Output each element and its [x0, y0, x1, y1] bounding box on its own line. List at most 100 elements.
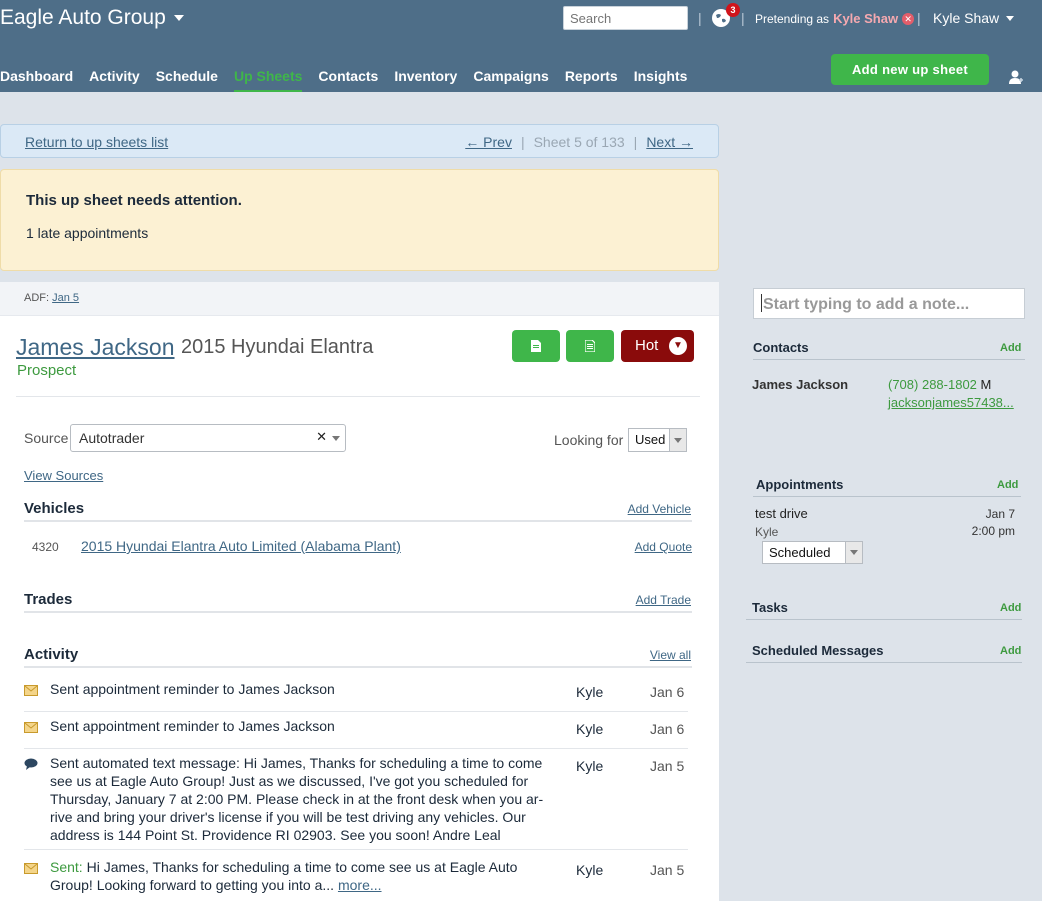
divider: |	[520, 134, 525, 150]
appointment-title[interactable]: test drive	[755, 506, 808, 521]
add-contact-link[interactable]: Add	[1000, 342, 1021, 354]
nav-inventory[interactable]: Inventory	[394, 68, 457, 92]
appointments-title: Appointments	[756, 477, 844, 492]
view-all-link[interactable]: View all	[650, 648, 691, 662]
activity-text: Sent appointment reminder to James Jacks…	[50, 718, 335, 734]
activity-text: Sent appointment reminder to James Jacks…	[50, 681, 335, 697]
source-value: Autotrader	[79, 430, 145, 446]
nav-campaigns[interactable]: Campaigns	[473, 68, 548, 92]
activity-user: Kyle	[576, 862, 604, 878]
divider	[16, 396, 700, 397]
up-sheet-main: Return to up sheets list ← Prev | Sheet …	[0, 92, 719, 901]
adf-date-link[interactable]: Jan 5	[52, 292, 79, 304]
nav-contacts[interactable]: Contacts	[318, 68, 378, 92]
divider: |	[917, 10, 921, 26]
contact-phone[interactable]: (708) 288-1802 M	[888, 377, 991, 392]
add-quote-link[interactable]: Add Quote	[635, 540, 692, 554]
source-select[interactable]: Autotrader ✕	[70, 424, 346, 452]
divider	[24, 611, 692, 613]
add-scheduled-message-link[interactable]: Add	[1000, 645, 1021, 657]
nav-reports[interactable]: Reports	[565, 68, 618, 92]
note-placeholder: Start typing to add a note...	[763, 296, 970, 313]
divider: |	[741, 10, 745, 26]
activity-user: Kyle	[576, 721, 604, 737]
appointment-user: Kyle	[755, 525, 779, 539]
envelope-icon	[24, 720, 38, 736]
nav-insights[interactable]: Insights	[634, 68, 688, 92]
chevron-down-icon	[173, 15, 184, 21]
stop-pretending-icon[interactable]: ✕	[902, 12, 915, 25]
activity-user: Kyle	[576, 684, 604, 700]
contact-name: James Jackson	[752, 377, 849, 392]
add-task-link[interactable]: Add	[1000, 602, 1021, 614]
nav-activity[interactable]: Activity	[89, 68, 140, 92]
main-nav: Dashboard Activity Schedule Up Sheets Co…	[0, 68, 703, 92]
next-link[interactable]: Next →	[646, 134, 693, 150]
add-vehicle-link[interactable]: Add Vehicle	[628, 502, 691, 516]
add-up-sheet-button[interactable]: Add new up sheet	[831, 54, 989, 85]
looking-for-select[interactable]: Used	[628, 428, 687, 452]
user-menu[interactable]: Kyle Shaw	[933, 10, 1015, 26]
appointment-date: Jan 7	[985, 507, 1015, 521]
divider	[753, 496, 1021, 497]
hot-status-button[interactable]: Hot ▼	[621, 330, 694, 362]
divider	[753, 359, 1025, 360]
divider: |	[698, 10, 702, 26]
document-button[interactable]	[512, 330, 560, 362]
looking-for-value: Used	[635, 432, 666, 447]
nav-dashboard[interactable]: Dashboard	[0, 68, 73, 92]
search-input[interactable]	[563, 6, 688, 30]
hot-label: Hot	[635, 337, 659, 354]
customer-name-link[interactable]: James Jackson	[16, 334, 175, 361]
text-cursor	[761, 294, 762, 312]
divider	[746, 662, 1022, 663]
sheet-pager: Return to up sheets list ← Prev | Sheet …	[0, 124, 719, 158]
envelope-icon	[24, 683, 38, 699]
contacts-title: Contacts	[753, 340, 809, 355]
nav-up-sheets[interactable]: Up Sheets	[233, 68, 303, 92]
chevron-down-icon	[1006, 15, 1015, 21]
activity-row: Sent appointment reminder to James Jacks…	[24, 680, 688, 712]
note-input[interactable]: Start typing to add a note...	[753, 288, 1025, 319]
divider	[24, 520, 692, 522]
activity-message: Hi James, Thanks for scheduling a time t…	[50, 859, 518, 893]
person-icon[interactable]	[1008, 69, 1024, 90]
clear-icon[interactable]: ✕	[316, 429, 327, 445]
divider: |	[633, 134, 638, 150]
looking-for-label: Looking for	[554, 432, 624, 448]
vehicle-link[interactable]: 2015 Hyundai Elantra Auto Limited (Alaba…	[81, 538, 401, 554]
divider	[746, 619, 1022, 620]
chevron-down-icon	[845, 542, 862, 563]
vehicle-title: 2015 Hyundai Elantra	[181, 336, 374, 358]
phone-type: M	[980, 377, 992, 392]
brand-menu[interactable]: Eagle Auto Group	[0, 6, 184, 30]
brand-name: Eagle Auto Group	[0, 6, 166, 29]
activity-date: Jan 5	[650, 758, 685, 774]
activity-row: Sent appointment reminder to James Jacks…	[24, 717, 688, 749]
phone-number: (708) 288-1802	[888, 377, 977, 392]
top-bar: Eagle Auto Group | 3 | Pretending as Kyl…	[0, 0, 1042, 92]
return-to-list-link[interactable]: Return to up sheets list	[25, 134, 168, 150]
more-link[interactable]: more...	[338, 877, 382, 893]
attention-alert: This up sheet needs attention. 1 late ap…	[0, 169, 719, 271]
activity-text: Sent: Hi James, Thanks for scheduling a …	[50, 858, 550, 894]
print-document-button[interactable]	[566, 330, 614, 362]
chat-bubble-icon	[24, 757, 38, 773]
pager-controls: ← Prev | Sheet 5 of 133 | Next →	[465, 134, 693, 150]
user-name: Kyle Shaw	[933, 10, 1000, 26]
source-label: Source	[24, 430, 69, 446]
activity-user: Kyle	[576, 758, 604, 774]
notification-badge: 3	[726, 3, 740, 17]
nav-schedule[interactable]: Schedule	[156, 68, 218, 92]
appointment-status-value: Scheduled	[769, 545, 831, 560]
activity-row: Sent automated text message: Hi James, T…	[24, 754, 688, 850]
add-trade-link[interactable]: Add Trade	[636, 593, 691, 607]
view-sources-link[interactable]: View Sources	[24, 468, 103, 483]
prev-link[interactable]: ← Prev	[465, 134, 512, 150]
activity-date: Jan 5	[650, 862, 685, 878]
alert-title: This up sheet needs attention.	[26, 192, 242, 209]
right-sidebar: Start typing to add a note... Contacts A…	[719, 92, 1042, 901]
contact-email-link[interactable]: jacksonjames57438...	[888, 395, 1014, 410]
appointment-status-select[interactable]: Scheduled	[762, 541, 863, 564]
add-appointment-link[interactable]: Add	[997, 479, 1018, 491]
